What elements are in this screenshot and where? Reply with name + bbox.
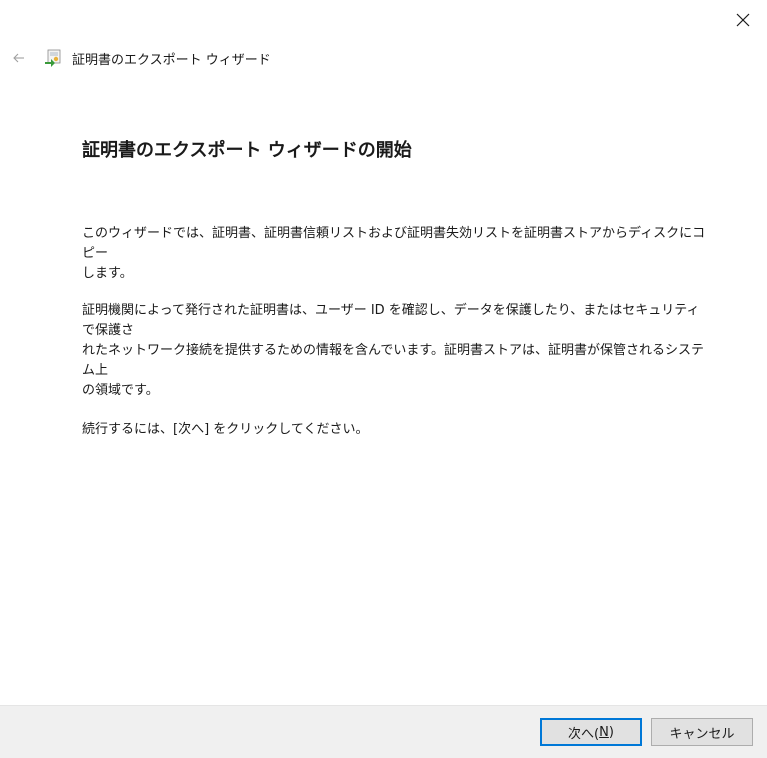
wizard-title: 証明書のエクスポート ウィザード bbox=[72, 52, 271, 68]
paragraph-2-line-2: れたネットワーク接続を提供するための情報を含んでいます。証明書ストアは、証明書が… bbox=[82, 343, 705, 378]
back-arrow-icon bbox=[13, 53, 24, 63]
next-button[interactable]: 次へ(N) bbox=[540, 718, 642, 746]
next-label-prefix: 次へ( bbox=[568, 726, 600, 742]
description-paragraph-1: このウィザードでは、証明書、証明書信頼リストおよび証明書失効リストを証明書ストア… bbox=[82, 224, 712, 284]
paragraph-1-line-2: します。 bbox=[82, 266, 133, 281]
close-button[interactable] bbox=[733, 10, 753, 30]
certificate-wizard-icon bbox=[45, 49, 61, 67]
next-hotkey: N bbox=[599, 724, 609, 740]
back-button[interactable] bbox=[10, 49, 28, 67]
wizard-header: 証明書のエクスポート ウィザード bbox=[10, 46, 271, 70]
button-bar: 次へ(N) キャンセル bbox=[0, 705, 767, 758]
paragraph-2-line-1: 証明機関によって発行された証明書は、ユーザー ID を確認し、データを保護したり… bbox=[82, 303, 700, 338]
close-icon bbox=[736, 13, 750, 27]
cancel-button[interactable]: キャンセル bbox=[651, 718, 753, 746]
paragraph-1-line-1: このウィザードでは、証明書、証明書信頼リストおよび証明書失効リストを証明書ストア… bbox=[82, 226, 706, 261]
instruction-paragraph: 続行するには、[次へ] をクリックしてください。 bbox=[82, 422, 369, 437]
next-label-suffix: ) bbox=[608, 724, 614, 740]
paragraph-2-line-3: の領域です。 bbox=[82, 383, 159, 398]
page-heading: 証明書のエクスポート ウィザードの開始 bbox=[82, 140, 412, 161]
description-paragraph-2: 証明機関によって発行された証明書は、ユーザー ID を確認し、データを保護したり… bbox=[82, 301, 712, 401]
